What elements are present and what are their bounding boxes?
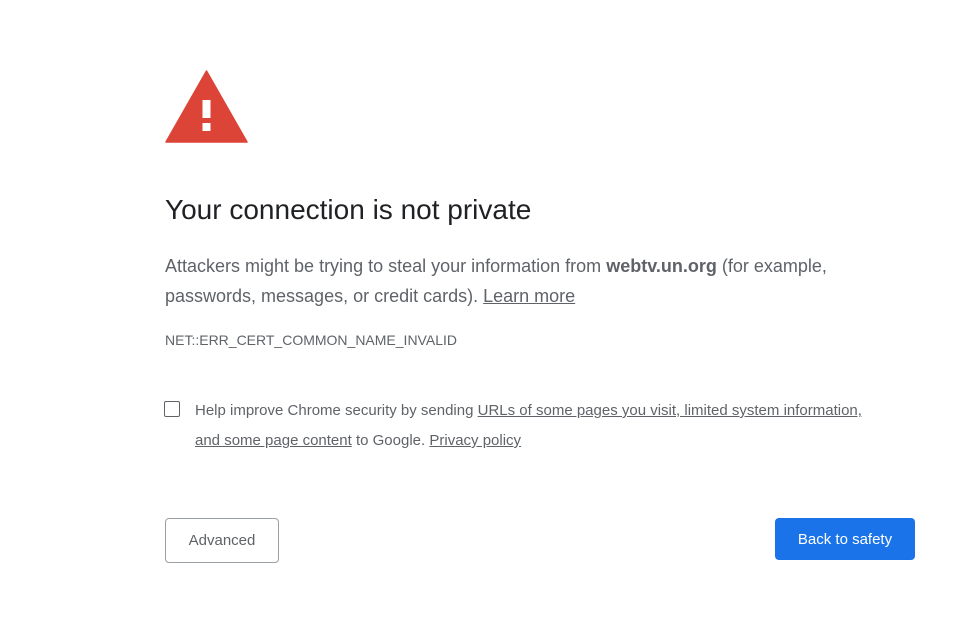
optin-text-prefix: Help improve Chrome security by sending [195, 402, 478, 419]
security-optin-checkbox[interactable] [164, 401, 180, 417]
optin-text-middle: to Google. [351, 432, 430, 449]
back-to-safety-button[interactable]: Back to safety [775, 518, 915, 560]
page-title: Your connection is not private [165, 194, 532, 225]
interstitial-page: Your connection is not private Attackers… [0, 0, 980, 634]
privacy-policy-link[interactable]: Privacy policy [429, 432, 521, 449]
message-text-1: Attackers might be trying to steal your … [165, 256, 607, 276]
learn-more-link[interactable]: Learn more [483, 286, 575, 306]
error-code: NET::ERR_CERT_COMMON_NAME_INVALID [165, 332, 457, 348]
security-optin-label: Help improve Chrome security by sending … [195, 396, 875, 456]
warning-message: Attackers might be trying to steal your … [165, 251, 885, 311]
warning-triangle-icon [165, 70, 248, 143]
domain-name: webtv.un.org [606, 256, 717, 276]
advanced-button[interactable]: Advanced [165, 518, 279, 563]
